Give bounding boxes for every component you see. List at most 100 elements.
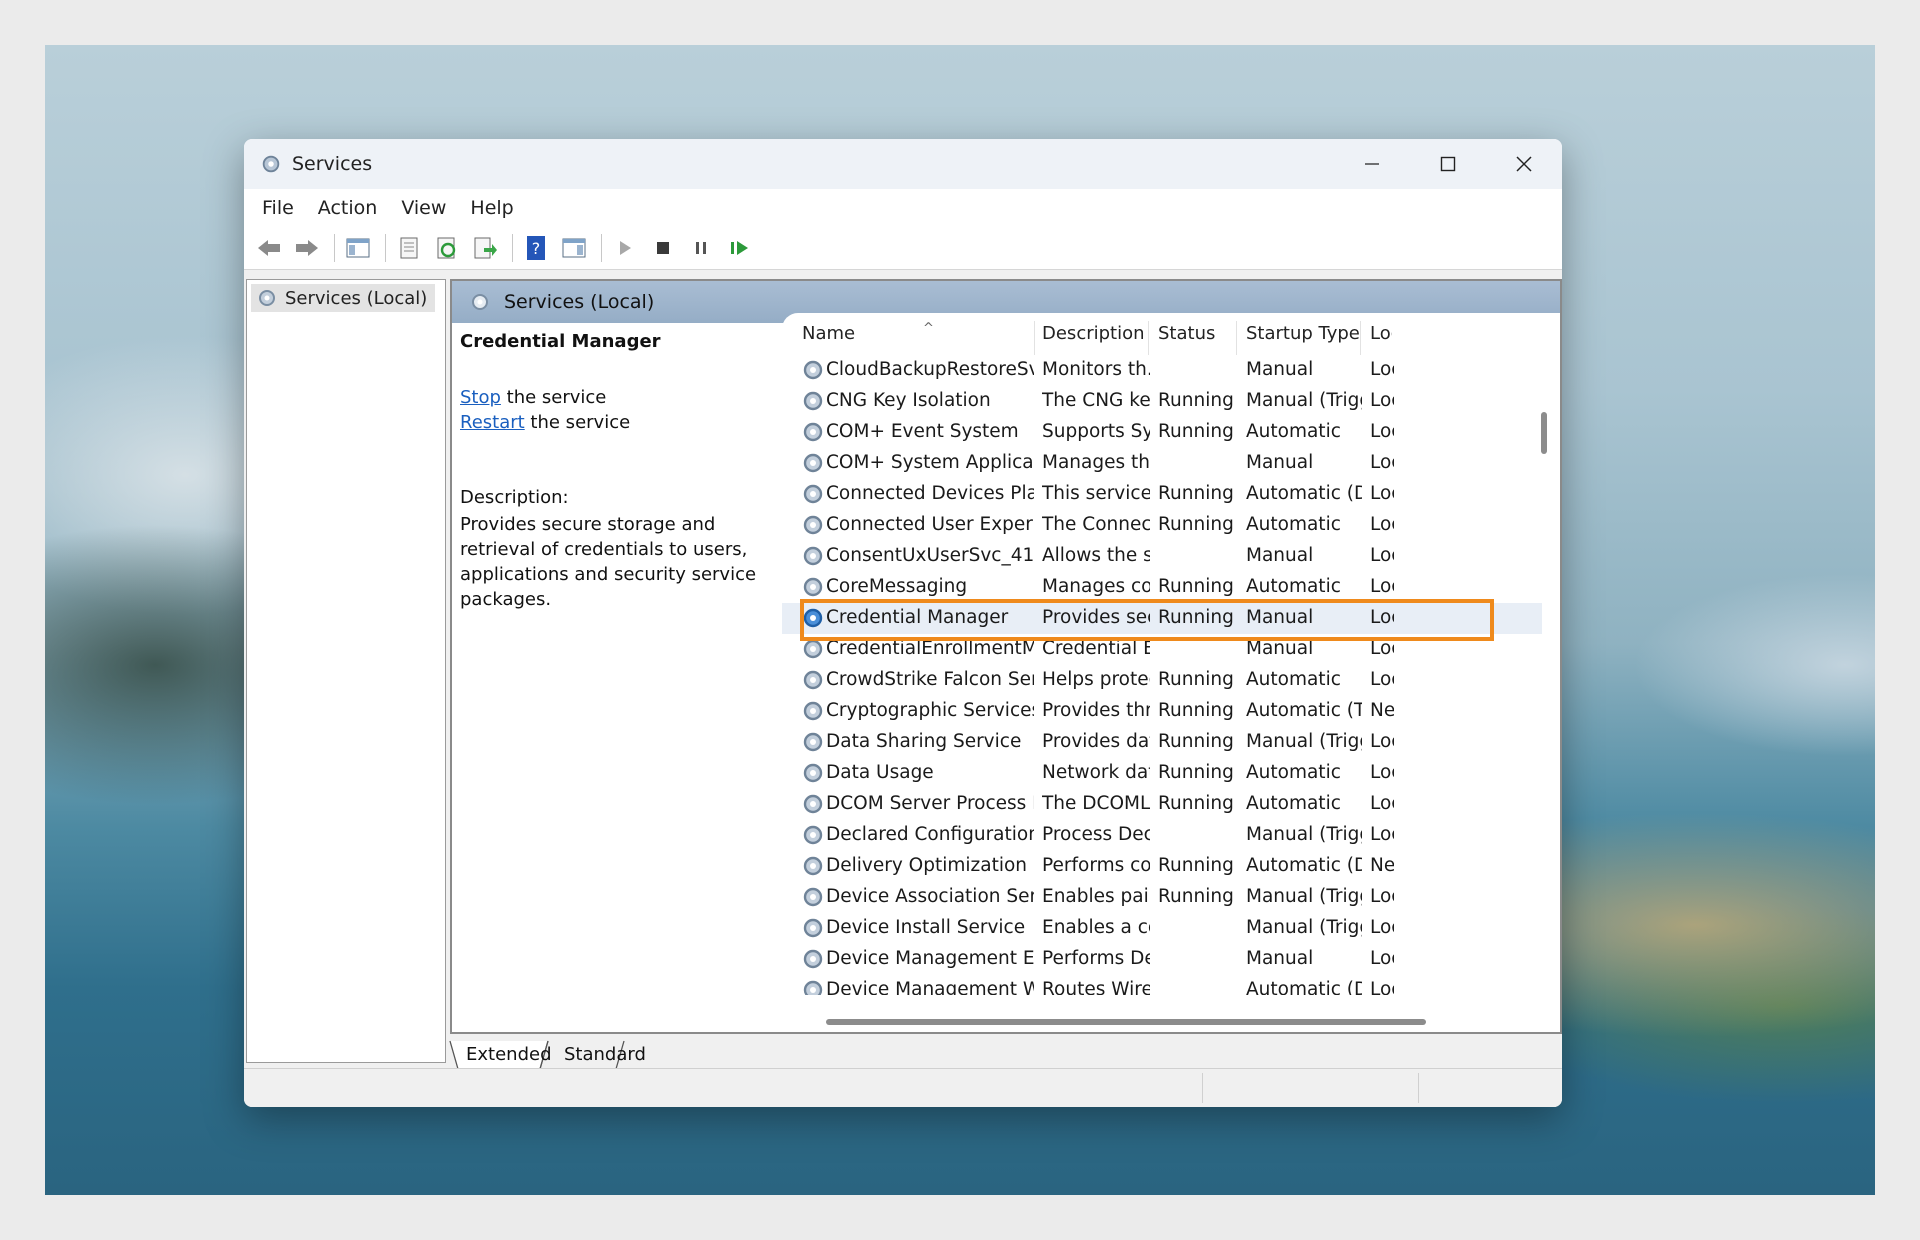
- service-log-on-as: Loc: [1370, 793, 1394, 814]
- pause-service-button[interactable]: [684, 233, 718, 263]
- column-divider[interactable]: [1148, 321, 1149, 355]
- service-gear-icon: [801, 420, 825, 444]
- menu-bar: File Action View Help: [244, 189, 1562, 227]
- back-button[interactable]: [252, 233, 286, 263]
- service-name: Connected User Experiences ...: [826, 514, 1034, 535]
- table-row[interactable]: Device Association Service Enables pairi.…: [782, 882, 1542, 913]
- restart-service-link[interactable]: Restart: [460, 412, 525, 433]
- menu-help[interactable]: Help: [458, 197, 525, 219]
- menu-view[interactable]: View: [389, 197, 458, 219]
- service-gear-icon: [801, 544, 825, 568]
- help-icon: ?: [527, 236, 545, 260]
- service-log-on-as: Loc: [1370, 390, 1394, 411]
- service-gear-icon: [801, 699, 825, 723]
- service-log-on-as: Loc: [1370, 607, 1394, 628]
- help-button[interactable]: ?: [519, 233, 553, 263]
- service-name: Cryptographic Services: [826, 700, 1034, 721]
- service-gear-icon: [801, 885, 825, 909]
- table-row[interactable]: Connected User Experiences ... The Connec…: [782, 510, 1542, 541]
- refresh-button[interactable]: [430, 233, 464, 263]
- show-hide-action-pane-button[interactable]: [557, 233, 591, 263]
- show-hide-console-tree-button[interactable]: [341, 233, 375, 263]
- service-startup-type: Automatic (De...: [1246, 855, 1362, 876]
- service-description: Monitors th...: [1042, 359, 1150, 380]
- service-gear-icon: [801, 978, 825, 995]
- column-header-description[interactable]: Description: [1042, 323, 1145, 357]
- minimize-button[interactable]: [1334, 139, 1410, 189]
- service-name: Device Management Enroll...: [826, 948, 1034, 969]
- service-gear-icon: [801, 637, 825, 661]
- table-row[interactable]: ConsentUxUserSvc_41416 Allows the s... Man…: [782, 541, 1542, 572]
- title-bar[interactable]: Services: [244, 139, 1562, 189]
- start-service-button[interactable]: [608, 233, 642, 263]
- table-row[interactable]: Data Usage Network dat... Running Automatic…: [782, 758, 1542, 789]
- service-status: Running: [1158, 886, 1234, 907]
- table-row[interactable]: COM+ Event System Supports Sy... Running Au…: [782, 417, 1542, 448]
- tab-extended[interactable]: Extended: [456, 1039, 562, 1069]
- horizontal-scrollbar-thumb[interactable]: [826, 1019, 1426, 1025]
- table-row[interactable]: Declared Configuration(DC) ... Process De…: [782, 820, 1542, 851]
- service-description: Process Decl...: [1042, 824, 1150, 845]
- service-name: CoreMessaging: [826, 576, 968, 597]
- table-row[interactable]: Device Install Service Enables a co... Man…: [782, 913, 1542, 944]
- table-row[interactable]: Cryptographic Services Provides thr... Run…: [782, 696, 1542, 727]
- gear-icon: [259, 290, 275, 306]
- arrow-left-icon: [258, 240, 280, 256]
- service-startup-type: Automatic: [1246, 514, 1341, 535]
- service-startup-type: Automatic: [1246, 421, 1341, 442]
- service-log-on-as: Loc: [1370, 421, 1394, 442]
- service-name: Device Install Service: [826, 917, 1026, 938]
- maximize-button[interactable]: [1410, 139, 1486, 189]
- stop-service-link[interactable]: Stop: [460, 387, 501, 408]
- tree-item-services-local[interactable]: Services (Local): [251, 284, 436, 312]
- column-header-name[interactable]: ^ Name: [802, 321, 934, 357]
- service-log-on-as: Loc: [1370, 762, 1394, 783]
- vertical-scrollbar-thumb[interactable]: [1541, 412, 1547, 454]
- service-gear-icon: [801, 482, 825, 506]
- table-row[interactable]: CNG Key Isolation The CNG ke... Running Man…: [782, 386, 1542, 417]
- service-log-on-as: Loc: [1370, 669, 1394, 690]
- column-header-log-on-as[interactable]: Log: [1370, 323, 1392, 357]
- close-button[interactable]: [1486, 139, 1562, 189]
- table-row[interactable]: DCOM Server Process Launc... The DCOML...…: [782, 789, 1542, 820]
- table-row[interactable]: CrowdStrike Falcon Sensor S... Helps prot…: [782, 665, 1542, 696]
- service-startup-type: Automatic: [1246, 762, 1341, 783]
- service-name: Data Sharing Service: [826, 731, 1022, 752]
- table-row[interactable]: Delivery Optimization Performs co... Runni…: [782, 851, 1542, 882]
- restart-service-button[interactable]: [722, 233, 756, 263]
- tab-standard[interactable]: Standard: [554, 1039, 656, 1069]
- stop-service-button[interactable]: [646, 233, 680, 263]
- export-list-button[interactable]: [468, 233, 502, 263]
- menu-action[interactable]: Action: [306, 197, 390, 219]
- service-log-on-as: Loc: [1370, 514, 1394, 535]
- properties-button[interactable]: [392, 233, 426, 263]
- service-gear-icon: [801, 389, 825, 413]
- status-bar: [244, 1068, 1562, 1107]
- gear-icon: [472, 294, 488, 310]
- table-row[interactable]: Data Sharing Service Provides dat... Runni…: [782, 727, 1542, 758]
- service-name: CloudBackupRestoreSvc_414...: [826, 359, 1034, 380]
- table-row[interactable]: CloudBackupRestoreSvc_414... Monitors th.…: [782, 355, 1542, 386]
- service-startup-type: Manual: [1246, 607, 1314, 628]
- table-row[interactable]: CredentialEnrollmentManag... Credential E…: [782, 634, 1542, 665]
- column-divider[interactable]: [1034, 321, 1035, 355]
- column-header-status[interactable]: Status: [1158, 323, 1215, 357]
- service-log-on-as: Loc: [1370, 545, 1394, 566]
- table-row[interactable]: Connected Devices Platform ... This servi…: [782, 479, 1542, 510]
- table-row[interactable]: Device Management Enroll... Performs De..…: [782, 944, 1542, 975]
- service-status: Running: [1158, 483, 1234, 504]
- column-divider[interactable]: [1360, 321, 1361, 355]
- table-row-selected[interactable]: Credential Manager Provides sec... Running…: [782, 603, 1542, 634]
- service-status: Running: [1158, 793, 1234, 814]
- column-header-startup-type[interactable]: Startup Type: [1246, 323, 1360, 357]
- forward-button[interactable]: [290, 233, 324, 263]
- service-description: Helps protec...: [1042, 669, 1150, 690]
- menu-file[interactable]: File: [250, 197, 306, 219]
- table-row[interactable]: COM+ System Application Manages th... Manu…: [782, 448, 1542, 479]
- table-row[interactable]: Device Management Wireles... Routes Wirel…: [782, 975, 1542, 995]
- service-description: Provides dat...: [1042, 731, 1150, 752]
- service-log-on-as: Loc: [1370, 948, 1394, 969]
- table-row[interactable]: CoreMessaging Manages co... Running Automat…: [782, 572, 1542, 603]
- service-name: Declared Configuration(DC) ...: [826, 824, 1034, 845]
- column-divider[interactable]: [1236, 321, 1237, 355]
